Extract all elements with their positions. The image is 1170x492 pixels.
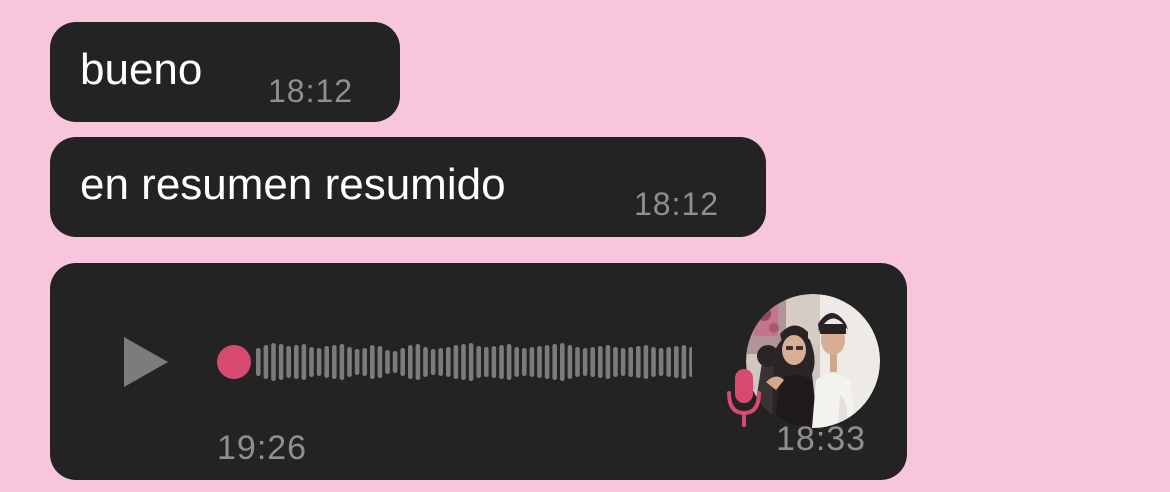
waveform-bar: [423, 347, 428, 377]
waveform-bar: [324, 346, 329, 378]
waveform-bar: [370, 345, 375, 379]
waveform-bar: [491, 346, 497, 378]
waveform-bar: [514, 347, 519, 377]
waveform-bar: [666, 347, 671, 377]
waveform-bar: [636, 346, 641, 378]
waveform-bar: [590, 347, 595, 377]
waveform-bar: [256, 348, 261, 376]
waveform-bar: [354, 349, 360, 375]
waveform-bar: [605, 345, 611, 379]
waveform-bar: [415, 344, 421, 380]
message-text: bueno: [80, 45, 203, 94]
waveform-bar: [263, 345, 269, 379]
waveform-bar: [438, 348, 443, 376]
waveform-bar: [651, 347, 656, 377]
waveform-bar: [628, 347, 633, 377]
message-bubble[interactable]: en resumen resumido 18:12: [50, 137, 766, 237]
message-text: en resumen resumido: [80, 160, 506, 209]
waveform-bar: [674, 346, 679, 378]
waveform-bar: [362, 348, 367, 376]
voice-message-bubble[interactable]: 19:26 18:33: [50, 263, 907, 480]
waveform-bar: [552, 344, 557, 380]
waveform-bar: [484, 347, 489, 377]
message-timestamp: 18:12: [268, 73, 354, 109]
waveform-bar: [582, 348, 588, 376]
waveform-bar: [453, 345, 459, 379]
waveform-bar: [400, 348, 405, 376]
waveform-bar: [430, 349, 436, 375]
play-icon: [124, 337, 168, 387]
waveform-bar: [461, 344, 466, 380]
waveform-bar: [620, 348, 626, 376]
waveform-bar: [468, 343, 474, 381]
waveform-bar: [544, 345, 550, 379]
waveform-bar: [332, 345, 337, 379]
message-bubble[interactable]: bueno 18:12: [50, 22, 400, 122]
waveform-bar: [316, 348, 322, 376]
playhead[interactable]: [217, 345, 251, 379]
waveform-bar: [689, 347, 692, 377]
message-timestamp: 18:12: [634, 186, 720, 222]
waveform-bar: [598, 346, 603, 378]
waveform-bar: [339, 344, 345, 380]
waveform-bar: [385, 350, 390, 374]
waveform-bar: [499, 345, 504, 379]
waveform-bar: [377, 346, 383, 378]
waveform-bar: [567, 345, 573, 379]
waveform-bar: [643, 345, 649, 379]
waveform-bar: [658, 348, 664, 376]
waveform-bar: [537, 346, 542, 378]
sender-avatar[interactable]: [746, 294, 880, 428]
waveform-bar: [681, 345, 687, 379]
microphone-icon: [726, 367, 762, 427]
waveform-bar: [529, 347, 535, 377]
waveform-bar: [301, 344, 307, 380]
waveform-bar: [522, 348, 527, 376]
waveform-bar: [408, 345, 413, 379]
waveform-bar: [575, 347, 580, 377]
waveform-bar: [560, 343, 565, 381]
waveform-bar: [476, 346, 481, 378]
play-button[interactable]: [122, 337, 170, 387]
waveform-bar: [506, 344, 512, 380]
waveform-bar: [309, 347, 314, 377]
waveform-bar: [392, 351, 398, 373]
waveform-bar: [294, 345, 299, 379]
waveform-bar: [271, 343, 276, 381]
waveform-bar: [613, 347, 618, 377]
waveform-bar: [347, 347, 352, 377]
voice-waveform[interactable]: [210, 339, 692, 385]
voice-timestamp: 18:33: [776, 420, 867, 458]
waveform-bar: [286, 346, 291, 378]
waveform-bar: [446, 347, 451, 377]
avatar-photo: [746, 294, 880, 428]
waveform-bar: [278, 344, 284, 380]
voice-duration: 19:26: [217, 429, 308, 467]
